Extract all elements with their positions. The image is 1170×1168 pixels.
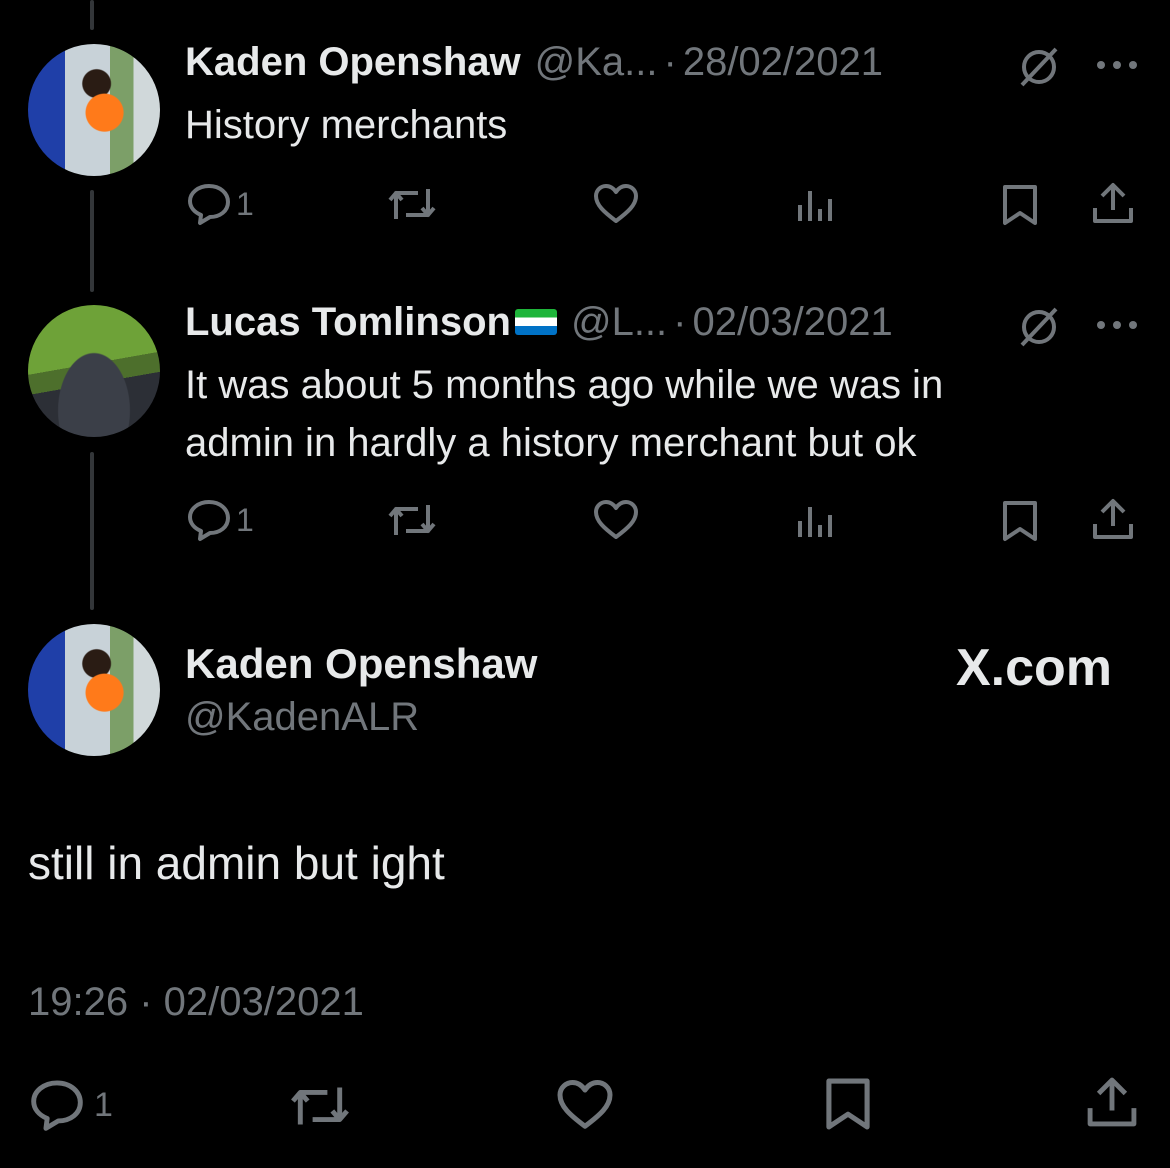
avatar[interactable] xyxy=(28,624,160,756)
reply-count: 1 xyxy=(236,501,254,538)
share-button[interactable] xyxy=(1090,496,1136,542)
share-icon xyxy=(1090,180,1136,226)
reply-icon xyxy=(186,182,232,226)
tweet-text-line: admin in hardly a history merchant but o… xyxy=(185,421,917,465)
author-handle[interactable]: @L... xyxy=(571,300,667,345)
share-icon xyxy=(1090,496,1136,542)
reply-button[interactable]: 1 xyxy=(186,498,254,542)
reply-count: 1 xyxy=(94,1085,113,1124)
tweet-text: History merchants xyxy=(185,103,508,147)
share-icon xyxy=(1084,1074,1140,1130)
share-button[interactable] xyxy=(1090,180,1136,226)
retweet-icon xyxy=(386,499,438,541)
retweet-button[interactable] xyxy=(386,183,438,225)
views-icon xyxy=(796,185,836,225)
views-icon xyxy=(796,501,836,541)
like-button[interactable] xyxy=(592,183,640,225)
tweet-text: It was about 5 months ago while we was i… xyxy=(185,356,943,472)
like-icon xyxy=(592,183,640,225)
tweet-date[interactable]: 28/02/2021 xyxy=(683,40,883,85)
reply-button[interactable]: 1 xyxy=(28,1078,113,1132)
avatar[interactable] xyxy=(28,305,160,437)
author-handle[interactable]: @KadenALR xyxy=(185,695,419,740)
thread-line xyxy=(90,452,94,610)
bookmark-icon xyxy=(1000,183,1040,227)
thread-line xyxy=(90,190,94,292)
like-button[interactable] xyxy=(555,1078,615,1132)
hidden-icon[interactable] xyxy=(1016,304,1062,355)
reply-count: 1 xyxy=(236,185,254,222)
tweet-text: still in admin but ight xyxy=(28,837,445,889)
separator: · xyxy=(663,40,677,84)
reply-icon xyxy=(186,498,232,542)
avatar[interactable] xyxy=(28,44,160,176)
author-handle[interactable]: @Ka... xyxy=(535,40,658,85)
brand-logo: X.com xyxy=(955,639,1112,697)
share-button[interactable] xyxy=(1084,1074,1140,1130)
like-icon xyxy=(592,499,640,541)
bookmark-button[interactable] xyxy=(822,1076,874,1132)
views-button[interactable] xyxy=(796,501,836,541)
like-icon xyxy=(555,1078,615,1132)
author-name[interactable]: Lucas Tomlinson xyxy=(185,300,511,345)
separator: · xyxy=(673,300,687,344)
reply-icon xyxy=(28,1078,86,1132)
more-icon[interactable] xyxy=(1094,318,1140,337)
retweet-icon xyxy=(386,183,438,225)
reply-button[interactable]: 1 xyxy=(186,182,254,226)
retweet-button[interactable] xyxy=(386,499,438,541)
retweet-button[interactable] xyxy=(288,1080,352,1132)
more-icon[interactable] xyxy=(1094,58,1140,77)
bookmark-button[interactable] xyxy=(1000,499,1040,543)
views-button[interactable] xyxy=(796,185,836,225)
flag-emoji xyxy=(514,309,557,335)
bookmark-icon xyxy=(1000,499,1040,543)
tweet-timestamp[interactable]: 19:26 · 02/03/2021 xyxy=(28,980,364,1025)
retweet-icon xyxy=(288,1080,352,1132)
tweet-date[interactable]: 02/03/2021 xyxy=(693,300,893,345)
hidden-icon[interactable] xyxy=(1016,44,1062,95)
thread-line xyxy=(90,0,94,30)
author-name[interactable]: Kaden Openshaw xyxy=(185,640,537,688)
like-button[interactable] xyxy=(592,499,640,541)
tweet-text-line: It was about 5 months ago while we was i… xyxy=(185,363,944,407)
bookmark-button[interactable] xyxy=(1000,183,1040,227)
author-name[interactable]: Kaden Openshaw xyxy=(185,40,521,85)
bookmark-icon xyxy=(822,1076,874,1132)
